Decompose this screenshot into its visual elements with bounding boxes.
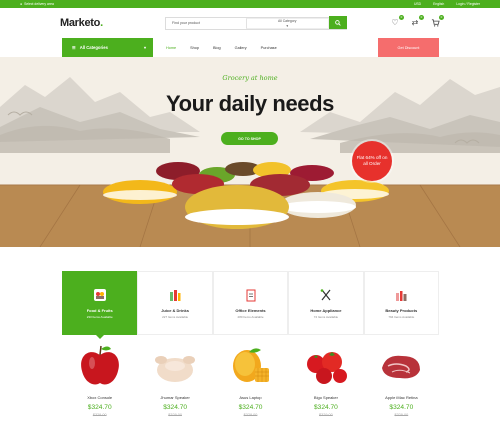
- product-card[interactable]: Xbox Console $324.70 $329.00: [62, 338, 137, 444]
- menu-icon: ☰: [72, 45, 76, 50]
- product-image-meat[interactable]: [374, 340, 428, 392]
- all-categories-button[interactable]: ☰ All Categories ▾: [62, 38, 153, 57]
- main-navigation: ☰ All Categories ▾ Home Shop Blog Galler…: [0, 38, 500, 57]
- product-image-chicken[interactable]: [148, 340, 202, 392]
- product-image-apple[interactable]: [73, 340, 127, 392]
- language-select[interactable]: English: [433, 2, 444, 6]
- product-list: Xbox Console $324.70 $329.00 Jhumar Spea…: [62, 338, 439, 444]
- product-card[interactable]: Bigo Speaker $324.70 $329.00: [288, 338, 363, 444]
- product-card[interactable]: Asus Laptop $324.70 $329.00: [213, 338, 288, 444]
- clipboard-icon: [244, 288, 258, 302]
- search-bar: Find your product All Category ▾: [165, 16, 347, 30]
- get-discount-button[interactable]: Get Discount: [378, 38, 439, 57]
- product-image-tomatoes[interactable]: [299, 340, 353, 392]
- cosmetics-icon: [394, 288, 408, 302]
- bottles-icon: [168, 288, 182, 302]
- category-select[interactable]: All Category ▾: [245, 17, 329, 29]
- hero-banner: Grocery at home Your daily needs GO TO S…: [0, 57, 500, 247]
- go-to-shop-button[interactable]: GO TO SHOP: [221, 132, 278, 145]
- location-pin-icon: ●: [20, 2, 23, 6]
- chevron-down-icon: ▾: [286, 23, 289, 28]
- compare-icon: ⇄: [411, 18, 419, 27]
- nav-home[interactable]: Home: [166, 46, 176, 50]
- compare-button[interactable]: ⇄ 0: [410, 15, 424, 28]
- nav-purchase[interactable]: Purchase: [261, 46, 277, 50]
- utensils-icon: [319, 288, 333, 302]
- search-button[interactable]: [329, 16, 347, 29]
- nav-blog[interactable]: Blog: [213, 46, 221, 50]
- site-logo[interactable]: Marketo.: [60, 17, 165, 29]
- header: Marketo. Find your product All Category ▾…: [0, 8, 500, 38]
- category-office-elements[interactable]: Office Elements 280 Items Available: [212, 271, 289, 335]
- product-image-mango[interactable]: [224, 340, 278, 392]
- discount-badge: Flat 64% off on all Order: [352, 141, 392, 181]
- category-beauty-products[interactable]: Beauty Products 794 Items Available: [363, 271, 440, 335]
- fruit-basket-icon: [93, 288, 107, 302]
- delivery-area-link[interactable]: Select delivery area: [24, 2, 54, 6]
- heart-icon: ♡: [391, 18, 399, 27]
- search-input[interactable]: Find your product: [166, 21, 246, 25]
- currency-select[interactable]: USD: [414, 2, 421, 6]
- wishlist-button[interactable]: ♡ 0: [390, 15, 404, 28]
- category-home-appliance[interactable]: Home Appliance 74 Items Available: [288, 271, 364, 335]
- product-card[interactable]: Apple iMac Retina $324.70 $329.00: [364, 338, 439, 444]
- hero-headline: Your daily needs: [165, 91, 335, 116]
- category-juice-drinks[interactable]: Juice & Drinks 227 Items Available: [137, 271, 213, 335]
- top-bar: ● Select delivery area USD English Login…: [0, 0, 500, 8]
- category-tiles: Food & Fruits 233 Items Available Juice …: [62, 271, 440, 339]
- search-icon: [335, 19, 341, 26]
- cart-icon: [431, 19, 440, 27]
- hero-illustration: [0, 77, 500, 247]
- product-card[interactable]: Jhumar Speaker $324.70 $329.00: [137, 338, 212, 444]
- login-register-link[interactable]: Login / Register: [456, 2, 480, 6]
- category-food-fruits[interactable]: Food & Fruits 233 Items Available: [62, 271, 138, 339]
- chevron-down-icon: ▾: [143, 45, 146, 50]
- hero-tagline: Grocery at home: [222, 74, 278, 82]
- nav-gallery[interactable]: Gallery: [235, 46, 247, 50]
- nav-shop[interactable]: Shop: [190, 46, 199, 50]
- cart-button[interactable]: 0: [430, 15, 444, 28]
